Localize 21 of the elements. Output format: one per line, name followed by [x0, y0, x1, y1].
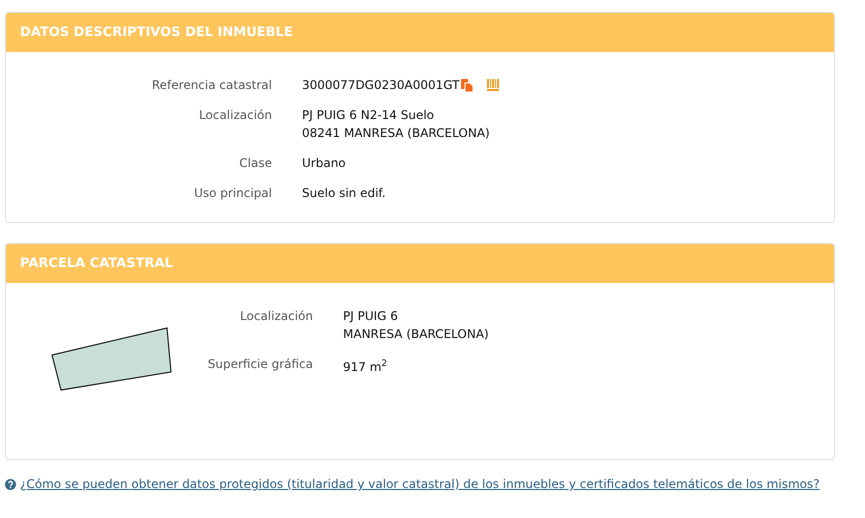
field-label: Uso principal [193, 185, 273, 202]
section-header: DATOS DESCRIPTIVOS DEL INMUEBLE [6, 13, 834, 52]
help-link[interactable]: ¿Cómo se pueden obtener datos protegidos (titularidad y valor catastral) de los inmuebles y certificados telemáticos de los mismos? [20, 477, 820, 491]
field-value: PJ PUIG 6 N2-14 Suelo [302, 107, 434, 124]
field-value: PJ PUIG 6 [343, 308, 398, 325]
field-label: Superficie gráfica [206, 356, 314, 373]
field-value: Suelo sin edif. [302, 185, 386, 202]
field-value: MANRESA (BARCELONA) [343, 326, 489, 343]
copy-icon[interactable] [461, 78, 474, 92]
help-icon [5, 478, 16, 490]
field-value: 3000077DG0230A0001GT [302, 77, 460, 94]
field-value: 08241 MANRESA (BARCELONA) [302, 125, 490, 142]
field-label: Localización [239, 308, 314, 325]
field-label: Clase [238, 155, 273, 172]
section-header: PARCELA CATASTRAL [6, 244, 834, 283]
field-value: 917 m$^{2}$ [343, 358, 388, 376]
parcel-shape-icon [51, 327, 173, 393]
barcode-icon[interactable] [487, 79, 500, 91]
field-label: Referencia catastral [150, 77, 273, 94]
field-label: Localización [198, 107, 273, 124]
field-value: Urbano [302, 155, 346, 172]
